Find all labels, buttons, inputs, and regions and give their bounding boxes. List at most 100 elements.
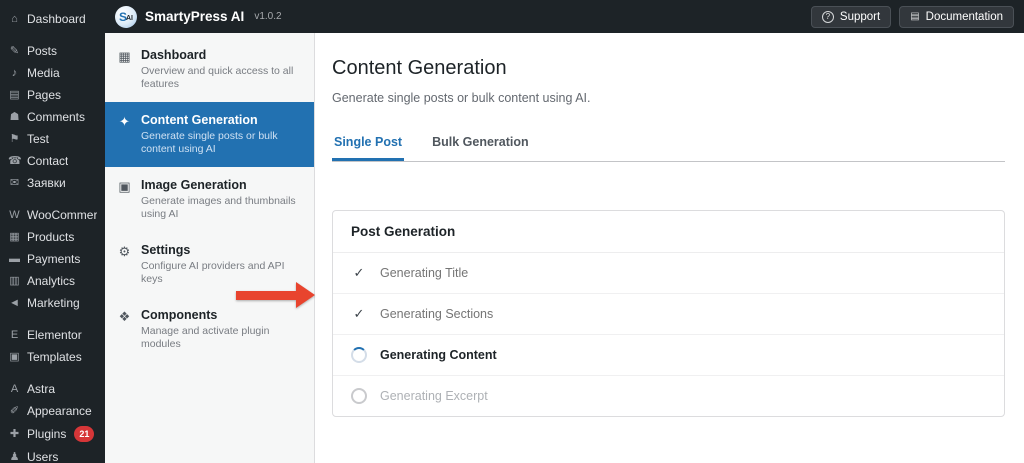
plugin-nav-item-text: Image Generation Generate images and thu… <box>141 178 302 221</box>
plugin-nav-item-text: Content Generation Generate single posts… <box>141 113 302 156</box>
wp-sidebar-item-label: Astra <box>27 382 55 396</box>
step-status-icon <box>351 265 367 281</box>
wp-sidebar-item-label: Elementor <box>27 328 82 342</box>
wp-sidebar-item-label: Appearance <box>27 404 92 418</box>
plugin-nav-item-description: Generate single posts or bulk content us… <box>141 130 302 156</box>
step-status-icon <box>351 388 367 404</box>
main-content: Content Generation Generate single posts… <box>316 33 1024 463</box>
wp-sidebar-item-label: Test <box>27 132 49 146</box>
wp-sidebar-item[interactable]: ▤ Pages <box>0 84 105 106</box>
wp-sidebar-item-label: Dashboard <box>27 12 86 26</box>
wp-sidebar-item-label: Comments <box>27 110 85 124</box>
arrow-head-icon <box>296 282 315 308</box>
gear-icon: ⚙ <box>117 243 132 286</box>
wp-sidebar-item[interactable]: ▬ Payments <box>0 248 105 270</box>
grid-icon: ▦ <box>117 48 132 91</box>
wp-sidebar-item[interactable]: ✚ Plugins 21 <box>0 422 105 446</box>
wp-sidebar-item[interactable]: W WooCommerce <box>0 204 105 226</box>
users-icon: ♟ <box>8 450 21 463</box>
arrow-shaft <box>236 291 296 300</box>
wp-sidebar-item[interactable]: ♟ Users <box>0 446 105 463</box>
plugin-nav-item-title: Content Generation <box>141 113 302 127</box>
post-generation-card: Post Generation Generating Title Generat… <box>332 210 1005 417</box>
woocommerce-icon: W <box>8 208 21 222</box>
dashboard-icon: ⌂ <box>8 12 21 26</box>
wp-sidebar-item-label: Analytics <box>27 274 75 288</box>
wp-sidebar-item[interactable]: ▥ Analytics <box>0 270 105 292</box>
templates-icon: ▣ <box>8 350 21 364</box>
plugin-nav-item[interactable]: ▣ Image Generation Generate images and t… <box>105 167 314 232</box>
image-icon: ▣ <box>117 178 132 221</box>
plugin-nav-item-text: Settings Configure AI providers and API … <box>141 243 302 286</box>
tab[interactable]: Single Post <box>332 135 404 161</box>
wp-sidebar-item[interactable]: ✉ Заявки <box>0 172 105 194</box>
wp-sidebar-item-label: Products <box>27 230 74 244</box>
wp-sidebar-item-label: WooCommerce <box>27 208 97 222</box>
wp-sidebar-item[interactable]: ☗ Comments <box>0 106 105 128</box>
plugin-nav-item-text: Dashboard Overview and quick access to a… <box>141 48 302 91</box>
analytics-icon: ▥ <box>8 274 21 288</box>
question-icon: ? <box>822 11 834 23</box>
wp-sidebar-item[interactable]: A Astra <box>0 378 105 400</box>
payments-icon: ▬ <box>8 252 21 266</box>
plugins-icon: ✚ <box>8 427 21 441</box>
wp-sidebar-item-label: Payments <box>27 252 80 266</box>
wp-sidebar-item-label: Pages <box>27 88 61 102</box>
wp-sidebar-item-label: Users <box>27 450 58 463</box>
plugin-nav-item-description: Generate images and thumbnails using AI <box>141 195 302 221</box>
contact-icon: ☎ <box>8 154 21 168</box>
plugin-nav-item-description: Manage and activate plugin modules <box>141 325 302 351</box>
wp-sidebar-item-label: Media <box>27 66 60 80</box>
wp-sidebar-item[interactable]: ✎ Posts <box>0 40 105 62</box>
megaphone-icon: ◄ <box>8 296 21 310</box>
products-icon: ▦ <box>8 230 21 244</box>
count-badge: 21 <box>74 426 94 442</box>
support-button-label: Support <box>840 11 880 23</box>
plugin-nav: ▦ Dashboard Overview and quick access to… <box>105 33 315 463</box>
plugin-nav-item[interactable]: ▦ Dashboard Overview and quick access to… <box>105 37 314 102</box>
generation-step-row: Generating Excerpt <box>333 376 1004 416</box>
wp-sidebar-item[interactable]: ▣ Templates <box>0 346 105 368</box>
wp-sidebar-item[interactable]: ⌂ Dashboard <box>0 8 105 30</box>
wp-sidebar-item[interactable]: ☎ Contact <box>0 150 105 172</box>
wp-sidebar-item-label: Заявки <box>27 176 66 190</box>
sparkles-icon: ✦ <box>117 113 132 156</box>
step-label: Generating Excerpt <box>380 389 488 403</box>
wp-sidebar-item[interactable]: ✐ Appearance <box>0 400 105 422</box>
tabs-bar: Single Post Bulk Generation <box>332 135 1005 162</box>
step-label: Generating Sections <box>380 307 493 321</box>
step-label: Generating Content <box>380 348 497 362</box>
red-arrow-annotation <box>236 282 315 308</box>
step-status-icon <box>351 306 367 322</box>
screen: ⌂ Dashboard ✎ Posts ♪ Media ▤ Pages ☗ Co… <box>0 0 1024 463</box>
app-title: SmartyPress AI <box>145 9 244 24</box>
plugin-nav-item-description: Overview and quick access to all feature… <box>141 65 302 91</box>
page-subtitle: Generate single posts or bulk content us… <box>332 91 1005 105</box>
pages-icon: ▤ <box>8 88 21 102</box>
plugin-nav-item-title: Settings <box>141 243 302 257</box>
support-button[interactable]: ? Support <box>811 6 891 28</box>
step-status-icon <box>351 347 367 363</box>
wp-sidebar-item[interactable]: ◄ Marketing <box>0 292 105 314</box>
wp-admin-sidebar: ⌂ Dashboard ✎ Posts ♪ Media ▤ Pages ☗ Co… <box>0 0 105 463</box>
documentation-button-label: Documentation <box>926 11 1003 23</box>
wp-sidebar-item[interactable]: ♪ Media <box>0 62 105 84</box>
wp-sidebar-item[interactable]: ⚑ Test <box>0 128 105 150</box>
pin-icon: ✎ <box>8 44 21 58</box>
puzzle-icon: ❖ <box>117 308 132 351</box>
smartypress-logo-icon: S AI <box>115 6 137 28</box>
elementor-icon: E <box>8 328 21 342</box>
step-label: Generating Title <box>380 266 468 280</box>
wp-sidebar-item[interactable]: ▦ Products <box>0 226 105 248</box>
card-title: Post Generation <box>333 211 1004 253</box>
plugin-nav-item-title: Components <box>141 308 302 322</box>
plugin-nav-item-title: Dashboard <box>141 48 302 62</box>
generation-steps-list: Generating Title Generating Sections Gen… <box>333 253 1004 416</box>
plugin-nav-item[interactable]: ✦ Content Generation Generate single pos… <box>105 102 314 167</box>
documentation-button[interactable]: ▤ Documentation <box>899 6 1014 28</box>
tab[interactable]: Bulk Generation <box>430 135 531 161</box>
generation-step-row: Generating Title <box>333 253 1004 294</box>
comments-icon: ☗ <box>8 110 21 124</box>
wp-sidebar-item[interactable]: E Elementor <box>0 324 105 346</box>
appearance-icon: ✐ <box>8 404 21 418</box>
